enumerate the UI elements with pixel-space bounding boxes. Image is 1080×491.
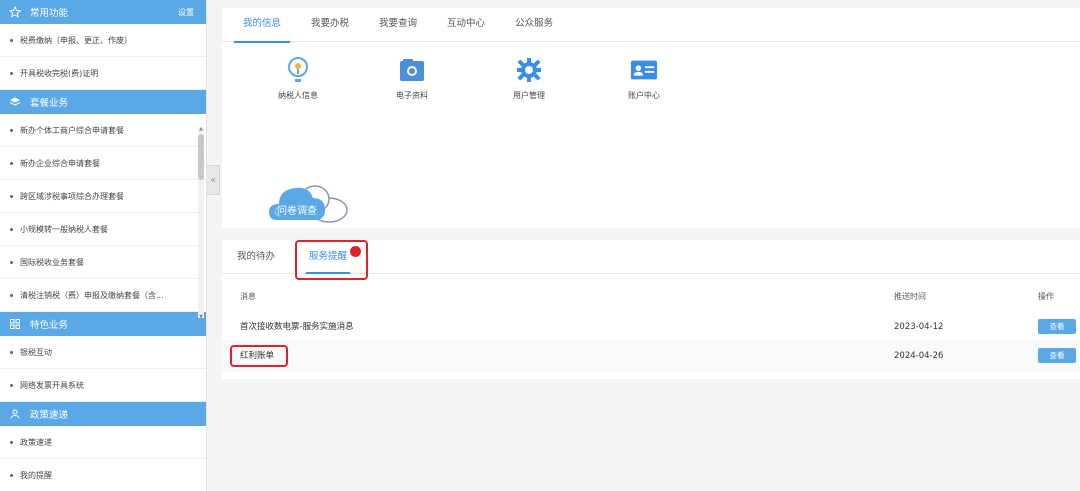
tab-interaction[interactable]: 互动中心	[432, 8, 500, 41]
shortcut-taxpayer-info[interactable]: 纳税人信息	[258, 56, 338, 101]
shortcut-row: 纳税人信息 电子资料 用户管理 账户中心	[222, 56, 1080, 116]
bullet-icon	[10, 227, 13, 231]
sidebar-scrollbar[interactable]: ▲ ▼	[198, 126, 204, 320]
sidebar-item-package-4[interactable]: 小规模转一般纳税人套餐	[0, 213, 206, 246]
highlight-box	[230, 345, 288, 367]
sidebar-item-tax-payment[interactable]: 税费缴纳（申报、更正、作废）	[0, 24, 206, 57]
bullet-icon	[10, 71, 13, 75]
collapse-sidebar-button[interactable]: «	[207, 165, 220, 195]
header-message: 消息	[240, 292, 256, 301]
tab-my-info[interactable]: 我的信息	[228, 8, 296, 43]
sidebar-item-policy[interactable]: 政策速递	[0, 426, 206, 459]
sidebar-item-tax-certificate[interactable]: 开具税收完税(费)证明	[0, 57, 206, 90]
survey-button[interactable]: 问卷调查	[267, 180, 352, 224]
section-title: 特色业务	[30, 320, 69, 331]
star-icon	[8, 5, 22, 19]
sidebar-item-package-2[interactable]: 新办企业综合申请套餐	[0, 147, 206, 180]
main-tabs: 我的信息 我要办税 我要查询 互动中心 公众服务	[222, 8, 1080, 43]
sidebar-item-package-5[interactable]: 国际税收业务套餐	[0, 246, 206, 279]
sidebar-item-bank-tax[interactable]: 银税互动	[0, 336, 206, 369]
view-button[interactable]: 查看	[1038, 348, 1076, 363]
shortcut-user-management[interactable]: 用户管理	[489, 56, 569, 101]
sidebar-item-label: 税费缴纳（申报、更正、作废）	[20, 35, 132, 45]
bullet-icon	[10, 194, 13, 198]
sidebar: 常用功能 设置 税费缴纳（申报、更正、作废） 开具税收完税(费)证明 套餐业务 …	[0, 0, 207, 491]
tab-my-todo[interactable]: 我的待办	[224, 240, 288, 273]
electronic-docs-icon	[398, 56, 426, 84]
bullet-icon	[10, 350, 13, 354]
tab-handle-tax[interactable]: 我要办税	[296, 8, 364, 41]
section-title: 常用功能	[30, 8, 69, 19]
header-operation: 操作	[1038, 292, 1054, 301]
bullet-icon	[10, 383, 13, 387]
sidebar-item-label: 新办个体工商户综合申请套餐	[20, 125, 124, 135]
view-button[interactable]: 查看	[1038, 319, 1076, 334]
section-common-header[interactable]: 常用功能 设置	[0, 0, 206, 24]
row-time: 2023-04-12	[894, 322, 944, 332]
bullet-icon	[10, 161, 13, 165]
scrollbar-thumb[interactable]	[198, 134, 204, 180]
account-center-icon	[630, 56, 658, 84]
sidebar-item-label: 清税注销税（费）申报及缴纳套餐（含...	[20, 290, 164, 300]
sidebar-item-package-6[interactable]: 清税注销税（费）申报及缴纳套餐（含...	[0, 279, 206, 312]
sidebar-item-package-3[interactable]: 跨区域涉税事项综合办理套餐	[0, 180, 206, 213]
scroll-up-icon[interactable]: ▲	[198, 126, 204, 132]
sidebar-item-label: 我的提醒	[20, 470, 52, 480]
grid-icon	[8, 317, 22, 331]
todo-panel: 我的待办 服务提醒 消息 推送时间 操作 首次接收数电票-服务实施消息 2023…	[222, 240, 1080, 379]
settings-link[interactable]: 设置	[178, 7, 194, 18]
bullet-icon	[10, 260, 13, 264]
sidebar-item-label: 新办企业综合申请套餐	[20, 158, 100, 168]
sidebar-item-label: 银税互动	[20, 347, 52, 357]
double-chevron-left-icon: «	[209, 174, 217, 186]
bullet-icon	[10, 128, 13, 132]
shortcut-label: 用户管理	[513, 91, 545, 100]
scroll-down-icon[interactable]: ▼	[198, 314, 204, 320]
shortcut-label: 纳税人信息	[278, 91, 318, 100]
bullet-icon	[10, 293, 13, 297]
section-special-header[interactable]: 特色业务	[0, 312, 206, 336]
sidebar-item-label: 网络发票开具系统	[20, 380, 84, 390]
sidebar-item-label: 国际税收业务套餐	[20, 257, 84, 267]
sidebar-item-label: 政策速递	[20, 437, 52, 447]
table-row: 首次接收数电票-服务实施消息 2023-04-12 查看	[222, 311, 1080, 343]
shortcut-label: 账户中心	[628, 91, 660, 100]
shortcut-electronic-docs[interactable]: 电子资料	[372, 56, 452, 101]
person-icon	[8, 407, 22, 421]
bullet-icon	[10, 38, 13, 42]
bullet-icon	[10, 440, 13, 444]
section-title: 政策速递	[30, 410, 69, 421]
taxpayer-info-icon	[284, 56, 312, 84]
header-push-time: 推送时间	[894, 292, 926, 301]
my-info-panel: 我的信息 我要办税 我要查询 互动中心 公众服务 纳税人信息 电子资料 用户管理	[222, 8, 1080, 228]
sidebar-item-reminders[interactable]: 我的提醒	[0, 459, 206, 491]
sidebar-item-label: 跨区域涉税事项综合办理套餐	[20, 191, 124, 201]
row-message: 首次接收数电票-服务实施消息	[240, 322, 354, 332]
bullet-icon	[10, 473, 13, 477]
section-policy-header[interactable]: 政策速递	[0, 402, 206, 426]
notification-dot	[350, 246, 361, 257]
layers-icon	[8, 95, 22, 109]
shortcut-label: 电子资料	[396, 91, 428, 100]
survey-label: 问卷调查	[277, 206, 317, 217]
sidebar-item-online-invoice[interactable]: 网络发票开具系统	[0, 369, 206, 402]
sidebar-item-package-1[interactable]: 新办个体工商户综合申请套餐	[0, 114, 206, 147]
table-row: 红利账单 2024-04-26 查看	[222, 340, 1080, 372]
user-management-icon	[515, 56, 543, 84]
row-time: 2024-04-26	[894, 351, 944, 361]
table-header: 消息 推送时间 操作	[222, 284, 1080, 306]
section-title: 套餐业务	[30, 98, 69, 109]
shortcut-account-center[interactable]: 账户中心	[604, 56, 684, 101]
sidebar-item-label: 小规模转一般纳税人套餐	[20, 224, 108, 234]
tab-public-service[interactable]: 公众服务	[500, 8, 568, 41]
tab-query[interactable]: 我要查询	[364, 8, 432, 41]
sidebar-item-label: 开具税收完税(费)证明	[20, 68, 99, 78]
section-package-header[interactable]: 套餐业务	[0, 90, 206, 114]
